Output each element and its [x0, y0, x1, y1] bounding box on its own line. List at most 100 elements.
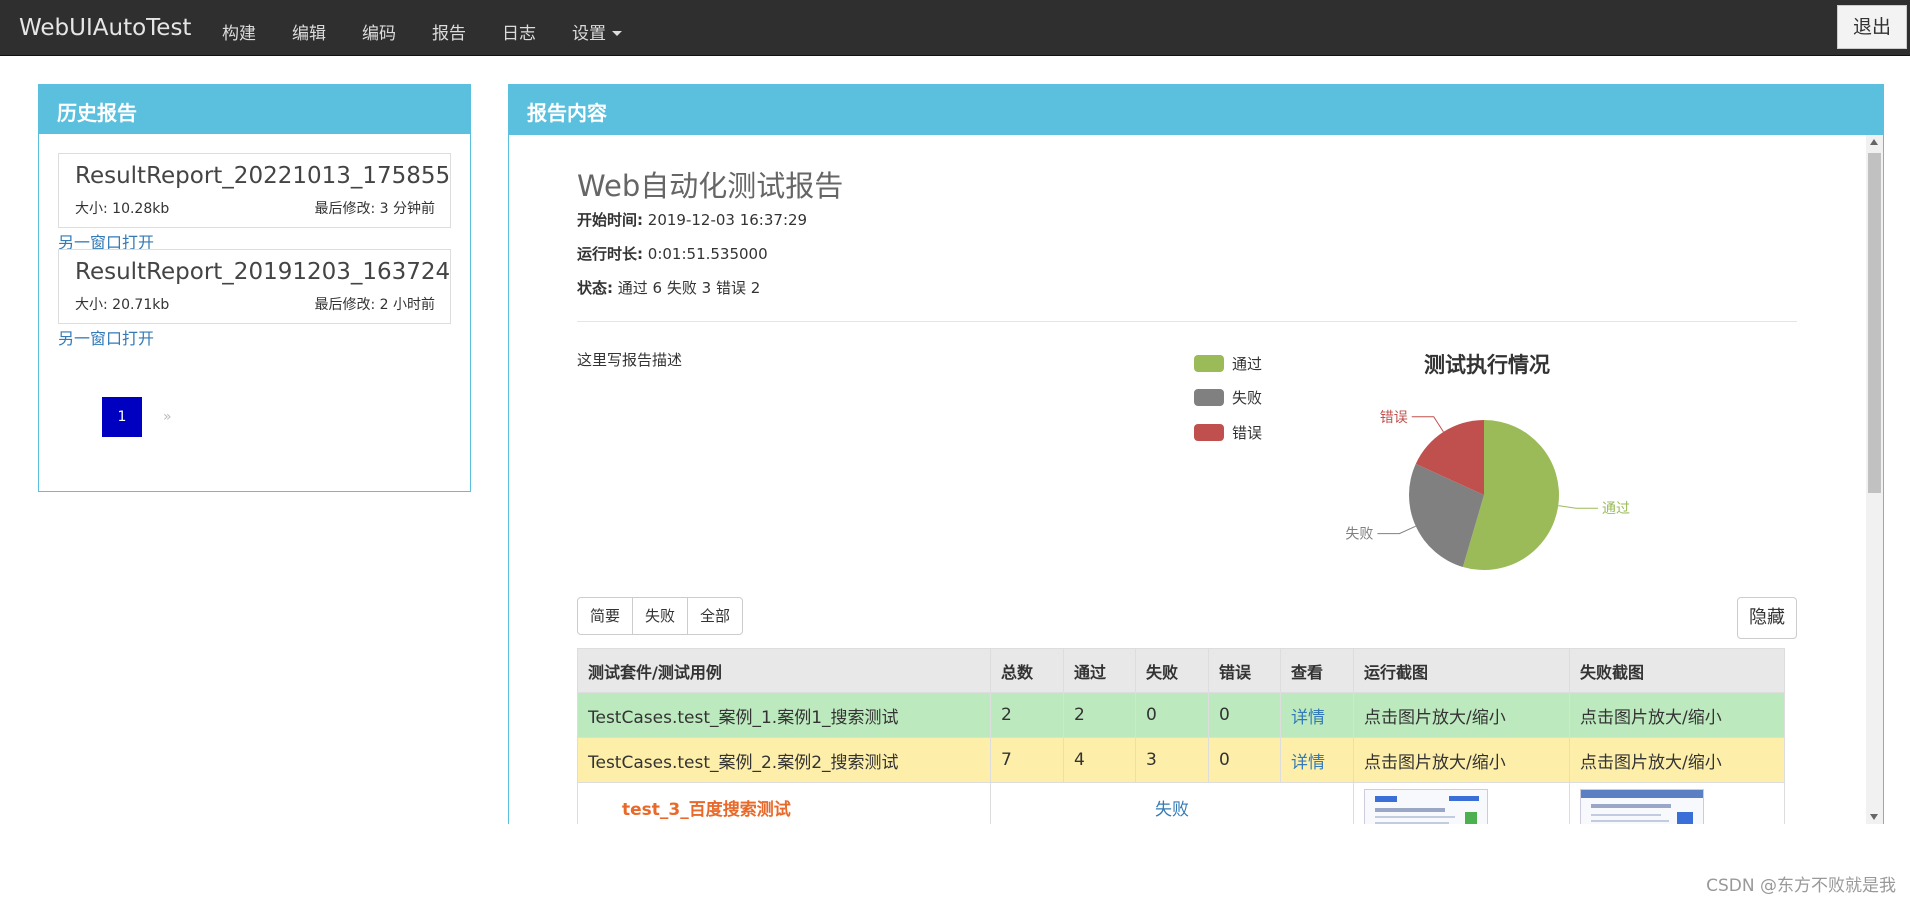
- nav-item-settings[interactable]: 设置: [572, 19, 622, 44]
- duration-value: 0:01:51.535000: [647, 245, 768, 263]
- report-size: 大小: 10.28kb: [75, 201, 170, 217]
- report-title: Web自动化测试报告: [577, 169, 844, 203]
- settings-label: 设置: [572, 24, 606, 44]
- run-screenshot-thumbnail[interactable]: [1364, 789, 1488, 824]
- filter-summary-button[interactable]: 简要: [578, 598, 632, 634]
- brand-title[interactable]: WebUIAutoTest: [19, 15, 191, 41]
- history-panel-title: 历史报告: [39, 85, 470, 134]
- top-navbar: WebUIAutoTest 构建 编辑 编码 报告 日志 设置 退出: [0, 0, 1910, 56]
- status-label: 状态:: [577, 279, 613, 297]
- pass-cell: 2: [1063, 692, 1136, 738]
- table-row-case: test_3_百度搜索测试 失败: [577, 782, 1785, 824]
- start-time-value: 2019-12-03 16:37:29: [647, 211, 808, 229]
- scrollbar-thumb[interactable]: [1868, 153, 1881, 493]
- fail-screenshot-thumbnail[interactable]: [1580, 789, 1704, 824]
- pie-slice-label-1: 失败: [1345, 527, 1373, 543]
- column-header: 失败截图: [1569, 648, 1785, 693]
- column-header: 失败: [1135, 648, 1209, 693]
- table-row: TestCases.test_案例_2.案例2_搜索测试 7 4 3 0 详情 …: [577, 737, 1785, 783]
- pie-label-line-0: [1558, 505, 1599, 509]
- divider: [577, 321, 1797, 322]
- nav-item-report[interactable]: 报告: [432, 19, 466, 44]
- pie-slice-label-2: 错误: [1380, 410, 1408, 426]
- filter-failed-button[interactable]: 失败: [632, 598, 687, 634]
- scroll-up-icon[interactable]: [1870, 139, 1878, 145]
- legend-swatch: [1194, 424, 1224, 441]
- status: 状态: 通过 6 失败 3 错误 2: [577, 277, 760, 298]
- nav-item-edit[interactable]: 编辑: [292, 19, 326, 44]
- report-size: 大小: 20.71kb: [75, 297, 170, 313]
- column-header: 测试套件/测试用例: [577, 648, 991, 693]
- table-row: TestCases.test_案例_1.案例1_搜索测试 2 2 0 0 详情 …: [577, 692, 1785, 738]
- results-table: 测试套件/测试用例 总数 通过 失败 错误 查看 运行截图 失败截图 TestC…: [577, 648, 1785, 824]
- pie-label-line-2: [1411, 416, 1444, 433]
- legend-swatch: [1194, 389, 1224, 406]
- legend-item-error[interactable]: 错误: [1194, 422, 1262, 443]
- details-link[interactable]: 详情: [1280, 692, 1354, 738]
- open-in-new-window-link[interactable]: 另一窗口打开: [58, 325, 154, 349]
- total-cell: 7: [990, 737, 1064, 783]
- status-value: 通过 6 失败 3 错误 2: [617, 279, 761, 297]
- report-panel-title: 报告内容: [509, 85, 1883, 135]
- run-screenshot-cell[interactable]: 点击图片放大/缩小: [1353, 692, 1570, 738]
- hide-button[interactable]: 隐藏: [1737, 597, 1797, 639]
- report-modified: 最后修改: 2 小时前: [314, 297, 435, 313]
- table-header-row: 测试套件/测试用例 总数 通过 失败 错误 查看 运行截图 失败截图: [577, 648, 1785, 693]
- run-screenshot-thumb-cell: [1353, 782, 1570, 824]
- pass-cell: 4: [1063, 737, 1136, 783]
- suite-name: TestCases.test_案例_1.案例1_搜索测试: [577, 692, 991, 738]
- error-cell: 0: [1208, 692, 1281, 738]
- report-card[interactable]: ResultReport_20191203_163724 大小: 20.71kb…: [58, 249, 451, 324]
- scroll-down-icon[interactable]: [1870, 814, 1878, 820]
- column-header: 错误: [1208, 648, 1281, 693]
- report-name: ResultReport_20221013_175855: [75, 163, 451, 189]
- case-name: test_3_百度搜索测试: [577, 782, 991, 824]
- column-header: 通过: [1063, 648, 1136, 693]
- watermark: CSDN @东方不败就是我: [1706, 876, 1896, 896]
- nav-item-log[interactable]: 日志: [502, 19, 536, 44]
- nav-item-code[interactable]: 编码: [362, 19, 396, 44]
- start-time-label: 开始时间:: [577, 211, 643, 229]
- start-time: 开始时间: 2019-12-03 16:37:29: [577, 209, 807, 230]
- legend-label: 通过: [1232, 355, 1263, 373]
- fail-screenshot-cell[interactable]: 点击图片放大/缩小: [1569, 737, 1785, 783]
- fail-cell: 0: [1135, 692, 1209, 738]
- pie-chart: 通过失败 错误: [1345, 410, 1630, 570]
- report-description: 这里写报告描述: [577, 351, 683, 369]
- column-header: 查看: [1280, 648, 1354, 693]
- screenshot-image: [1581, 790, 1703, 824]
- screenshot-image: [1375, 796, 1479, 824]
- legend-label: 错误: [1232, 424, 1263, 442]
- fail-screenshot-thumb-cell: [1569, 782, 1785, 824]
- details-link[interactable]: 详情: [1280, 737, 1354, 783]
- filter-all-button[interactable]: 全部: [687, 598, 742, 634]
- report-name: ResultReport_20191203_163724: [75, 259, 451, 285]
- pager-page-1[interactable]: 1: [102, 397, 142, 437]
- pager-next-button[interactable]: »: [163, 409, 172, 425]
- report-panel: 报告内容 Web自动化测试报告 开始时间: 2019-12-03 16:37:2…: [508, 84, 1884, 824]
- error-cell: 0: [1208, 737, 1281, 783]
- suite-name: TestCases.test_案例_2.案例2_搜索测试: [577, 737, 991, 783]
- vertical-scrollbar[interactable]: [1866, 135, 1883, 824]
- report-card[interactable]: ResultReport_20221013_175855 大小: 10.28kb…: [58, 153, 451, 228]
- case-status-link[interactable]: 失败: [990, 782, 1354, 824]
- report-modified: 最后修改: 3 分钟前: [314, 201, 435, 217]
- caret-down-icon: [612, 31, 622, 36]
- duration: 运行时长: 0:01:51.535000: [577, 243, 768, 264]
- legend-label: 失败: [1232, 389, 1263, 407]
- legend-swatch: [1194, 355, 1224, 372]
- filter-button-group: 简要 失败 全部: [577, 597, 744, 635]
- pie-label-line-1: [1377, 525, 1416, 535]
- legend-item-fail[interactable]: 失败: [1194, 387, 1262, 408]
- run-screenshot-cell[interactable]: 点击图片放大/缩小: [1353, 737, 1570, 783]
- column-header: 运行截图: [1353, 648, 1570, 693]
- fail-cell: 3: [1135, 737, 1209, 783]
- pie-slice-label-0: 通过: [1602, 501, 1630, 517]
- history-panel: 历史报告 ResultReport_20221013_175855 大小: 10…: [38, 84, 471, 492]
- legend-item-pass[interactable]: 通过: [1194, 353, 1262, 374]
- nav-item-build[interactable]: 构建: [222, 19, 256, 44]
- fail-screenshot-cell[interactable]: 点击图片放大/缩小: [1569, 692, 1785, 738]
- logout-button[interactable]: 退出: [1837, 5, 1907, 49]
- chart-title: 测试执行情况: [1424, 353, 1550, 377]
- duration-label: 运行时长:: [577, 245, 643, 263]
